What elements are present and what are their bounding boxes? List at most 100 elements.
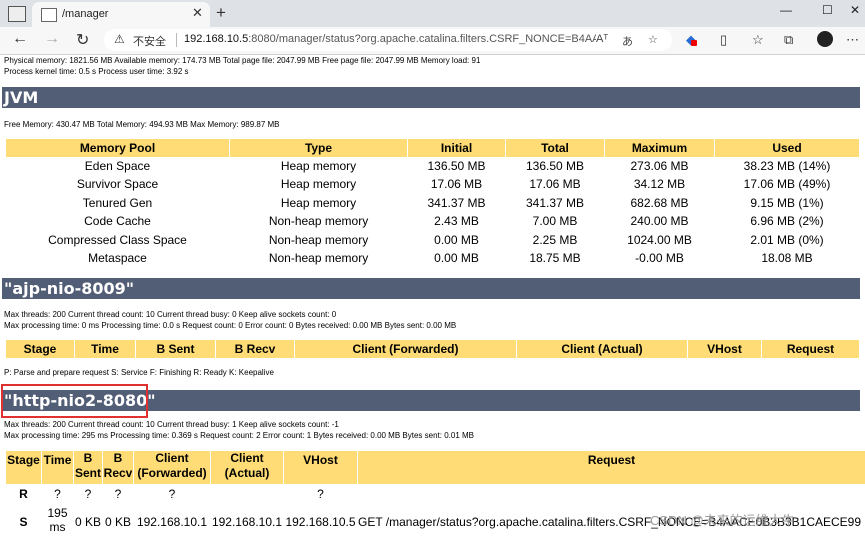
jvm-table-cell: 0.00 MB [434, 232, 479, 247]
jvm-header-cell: Total [506, 139, 604, 157]
jvm-header-cell: Type [230, 139, 407, 157]
ajp-header-cell: B Sent [136, 340, 215, 358]
jvm-table-cell: 682.68 MB [630, 195, 689, 210]
jvm-table-cell: 17.06 MB [430, 177, 483, 192]
jvm-header-cell: Initial [408, 139, 505, 157]
jvm-table-cell: Tenured Gen [82, 195, 153, 210]
jvm-table-cell: Non-heap memory [268, 232, 369, 247]
jvm-table-cell: 17.06 MB (49%) [743, 177, 831, 192]
jvm-table-cell: Heap memory [280, 159, 357, 173]
jvm-header-cell: Memory Pool [6, 139, 229, 157]
new-tab-button[interactable]: + [216, 3, 226, 23]
address-bar[interactable]: ⚠ 不安全 192.168.10.5:8080/manager/status?o… [104, 29, 672, 51]
tab-close-icon[interactable]: ✕ [192, 5, 203, 21]
jvm-table-cell: 9.15 MB (1%) [750, 195, 824, 210]
jvm-table-cell: 341.37 MB [427, 195, 486, 210]
jvm-section-header: JVM [2, 87, 860, 108]
jvm-title: JVM [4, 88, 39, 107]
http-header-stage: Stage [6, 451, 41, 484]
http-row-s-time: 195 ms [47, 506, 68, 534]
http-header-bytes-recv: B Recv [103, 451, 133, 484]
browser-toolbar: ← → ↻ ⚠ 不安全 192.168.10.5:8080/manager/st… [0, 27, 865, 55]
security-label[interactable]: 不安全 [133, 33, 166, 49]
back-button[interactable]: ← [12, 30, 28, 48]
jvm-table-cell: 273.06 MB [630, 159, 689, 173]
jvm-table-cell: -0.00 MB [635, 251, 684, 265]
ajp-title: "ajp-nio-8009" [4, 279, 135, 298]
page-content: Physical memory: 1821.56 MB Available me… [0, 54, 865, 537]
jvm-table-cell: Metaspace [88, 251, 147, 265]
jvm-table-cell: 18.08 MB [761, 251, 813, 265]
http-row-r-time: ? [54, 487, 61, 501]
jvm-table-cell: 34.12 MB [633, 177, 686, 192]
url-text[interactable]: 192.168.10.5:8080/manager/status?org.apa… [184, 33, 596, 45]
jvm-table-cell: 136.50 MB [525, 159, 585, 173]
http-row-r-bytes-sent: ? [84, 487, 92, 501]
stage-legend: P: Parse and prepare request S: Service … [4, 368, 274, 377]
translate-icon[interactable]: あ [622, 33, 633, 49]
browser-tab-bar: /manager ✕ + — ☐ ✕ [0, 0, 865, 27]
url-path: :8080/manager/status?org.apache.catalina… [248, 33, 596, 45]
http-row-r-stage: R [19, 487, 28, 501]
collections-icon[interactable]: ⧉ [784, 32, 793, 48]
jvm-table-cell: 17.06 MB [529, 177, 581, 192]
jvm-table-cell: 0.00 MB [434, 251, 479, 265]
tab-actions-icon[interactable] [8, 6, 26, 22]
jvm-table-cell: 18.75 MB [529, 251, 581, 265]
address-divider [176, 33, 177, 47]
jvm-table-cell: 341.37 MB [525, 195, 585, 210]
jvm-table-cell: 6.96 MB (2%) [750, 214, 824, 229]
close-window-button[interactable]: ✕ [850, 3, 860, 17]
http-header-client-actual: Client (Actual) [211, 451, 283, 484]
jvm-table-cell: 2.43 MB [434, 214, 479, 229]
highlight-box [1, 384, 148, 418]
system-info-line-1: Physical memory: 1821.56 MB Available me… [4, 56, 481, 65]
http-header-time: Time [42, 451, 73, 484]
ajp-header-cell: Stage [6, 340, 74, 358]
http-header-request: Request [358, 451, 865, 484]
split-screen-icon[interactable]: ▯ [720, 32, 727, 48]
read-aloud-icon[interactable]: Aᵀ [596, 33, 608, 45]
profile-avatar[interactable] [817, 31, 833, 47]
ajp-header-cell: Request [762, 340, 859, 358]
reload-button[interactable]: ↻ [76, 30, 89, 50]
warning-icon: ⚠ [114, 32, 125, 46]
settings-more-icon[interactable]: ⋯ [846, 32, 859, 48]
http-row-s-stage: S [19, 515, 28, 529]
jvm-table-cell: 38.23 MB (14%) [743, 159, 831, 173]
ajp-header-cell: Time [75, 340, 135, 358]
favicon-icon [41, 8, 57, 22]
http-row-r-client-forwarded: ? [168, 487, 176, 501]
system-info-line-2: Process kernel time: 0.5 s Process user … [4, 67, 189, 76]
maximize-button[interactable]: ☐ [822, 3, 833, 17]
jvm-table-cell: Eden Space [84, 159, 151, 173]
jvm-table-cell: 136.50 MB [427, 159, 486, 173]
jvm-table-cell: 1024.00 MB [627, 232, 692, 247]
favorites-icon[interactable]: ☆ [752, 32, 764, 48]
forward-button[interactable]: → [44, 30, 60, 48]
browser-tab[interactable]: /manager ✕ [32, 2, 210, 27]
http-row-s-client-actual: 192.168.10.1 [211, 515, 283, 529]
jvm-table-cell: Heap memory [280, 195, 357, 210]
ajp-header-cell: Client (Forwarded) [295, 340, 516, 358]
jvm-table-cell: Non-heap memory [268, 214, 369, 229]
http-info-line-2: Max processing time: 295 ms Processing t… [4, 431, 474, 440]
http-row-r-bytes-recv: ? [114, 487, 122, 501]
ajp-header-cell: Client (Actual) [517, 340, 687, 358]
jvm-table-cell: Code Cache [84, 214, 151, 229]
favorite-star-icon[interactable]: ☆ [648, 33, 658, 46]
ajp-section-header: "ajp-nio-8009" [2, 278, 860, 299]
ajp-header-cell: VHost [688, 340, 761, 358]
jvm-table-cell: 7.00 MB [532, 214, 578, 229]
url-host: 192.168.10.5 [184, 33, 249, 45]
minimize-button[interactable]: — [780, 3, 792, 17]
http-info-line-1: Max threads: 200 Current thread count: 1… [4, 420, 339, 429]
jvm-memory-line: Free Memory: 430.47 MB Total Memory: 494… [4, 120, 280, 129]
extension-badge-icon [691, 40, 697, 46]
http-row-r-vhost: ? [317, 487, 324, 501]
ajp-header-cell: B Recv [216, 340, 294, 358]
jvm-header-cell: Used [715, 139, 859, 157]
jvm-table-cell: Survivor Space [76, 177, 159, 192]
http-header-vhost: VHost [284, 451, 357, 484]
http-row-s-client-forwarded: 192.168.10.1 [136, 515, 208, 529]
